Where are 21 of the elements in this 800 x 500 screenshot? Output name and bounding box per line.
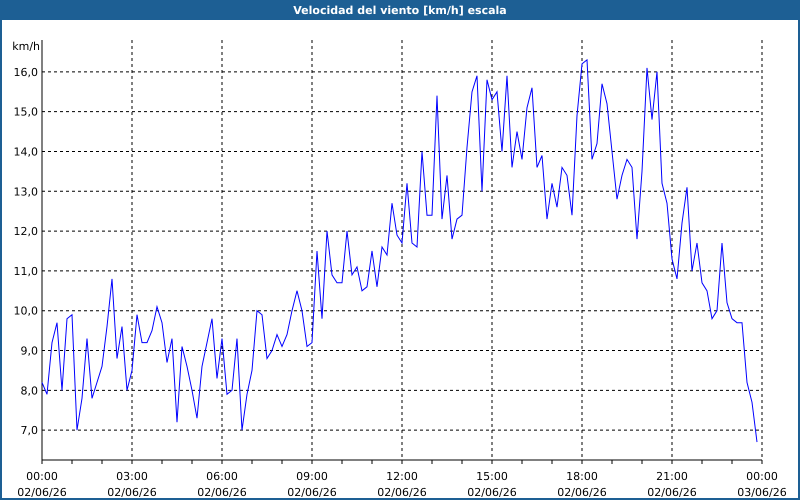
x-tick-label: 03:00 02/06/26 — [107, 470, 157, 498]
y-tick-label: 8,0 — [20, 384, 38, 398]
x-tick-label: 00:00 02/06/26 — [17, 470, 67, 498]
y-axis-label: km/h — [12, 40, 40, 53]
y-tick-label: 9,0 — [20, 344, 38, 358]
y-tick-label: 11,0 — [14, 264, 38, 278]
x-tick-label: 21:00 02/06/26 — [647, 470, 697, 498]
x-tick-label: 09:00 02/06/26 — [287, 470, 337, 498]
x-tick-label: 06:00 02/06/26 — [197, 470, 247, 498]
x-tick-label: 12:00 02/06/26 — [377, 470, 427, 498]
x-tick-label: 15:00 02/06/26 — [467, 470, 517, 498]
y-tick-label: 7,0 — [20, 424, 38, 438]
y-tick-label: 15,0 — [14, 106, 38, 119]
y-tick-label: 12,0 — [14, 225, 38, 238]
y-tick-label: 16,0 — [14, 66, 38, 79]
x-tick-label: 18:00 02/06/26 — [557, 470, 607, 498]
x-tick-label: 00:00 03/06/26 — [737, 470, 787, 498]
y-tick-label: 10,0 — [14, 304, 38, 318]
y-tick-label: 14,0 — [14, 145, 38, 158]
y-tick-label: 13,0 — [14, 185, 38, 198]
window-title: Velocidad del viento [km/h] escala — [293, 4, 507, 16]
